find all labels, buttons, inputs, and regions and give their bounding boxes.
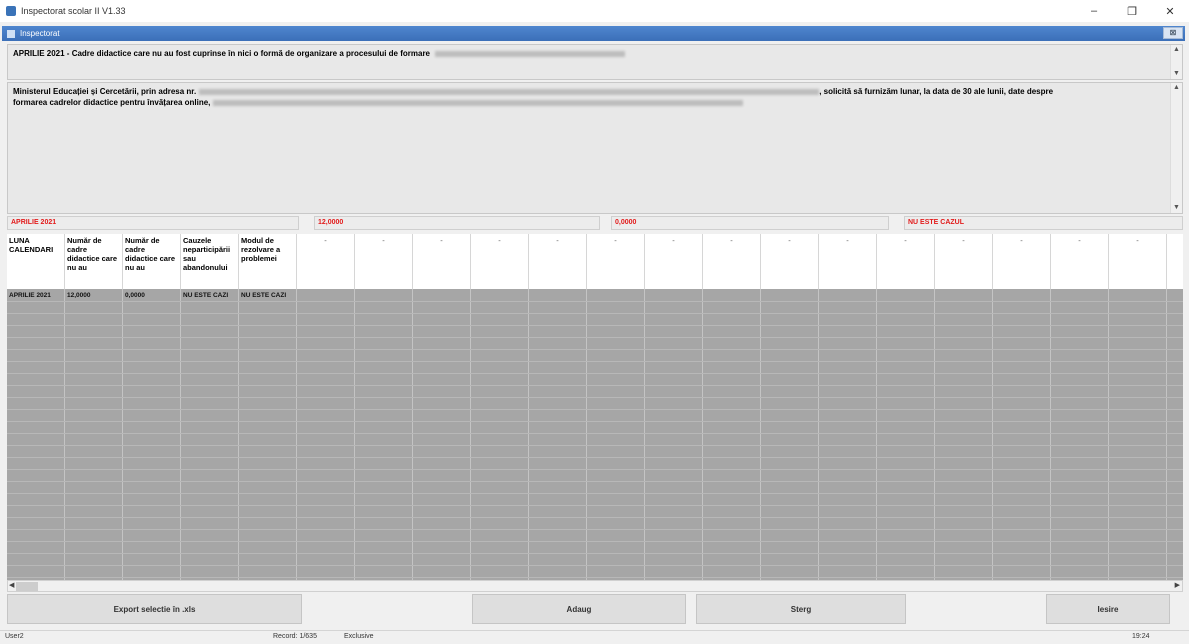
- add-button[interactable]: Adaug: [472, 594, 686, 624]
- column-header[interactable]: -: [1051, 234, 1109, 289]
- status-user: User2: [5, 633, 24, 640]
- summary-status: NU ESTE CAZUL: [904, 216, 1183, 230]
- question-text: APRILIE 2021 - Cadre didactice care nu a…: [13, 49, 431, 58]
- table-row[interactable]: [7, 398, 1183, 410]
- table-row[interactable]: [7, 302, 1183, 314]
- table-row[interactable]: [7, 386, 1183, 398]
- status-mode: Exclusive: [344, 633, 374, 640]
- column-header[interactable]: Număr de cadre didactice care nu au: [65, 234, 123, 289]
- description-text-start: Ministerul Educației și Cercetării, prin…: [13, 87, 197, 96]
- column-header[interactable]: Număr de cadre didactice care nu au: [123, 234, 181, 289]
- window-title: Inspectorat scolar II V1.33: [21, 6, 126, 16]
- summary-count-1: 12,0000: [314, 216, 600, 230]
- scroll-left-icon[interactable]: ◀: [9, 581, 14, 591]
- title-bar: Inspectorat scolar II V1.33 – ❐ ✕: [0, 0, 1189, 22]
- description-text-mid: , solicită să furnizăm lunar, la data de…: [819, 87, 1054, 96]
- question-scrollbar[interactable]: ▲ ▼: [1170, 45, 1182, 79]
- column-header[interactable]: -: [529, 234, 587, 289]
- table-row[interactable]: [7, 482, 1183, 494]
- blurred-text: [435, 50, 626, 57]
- application-window: Inspectorat scolar II V1.33 – ❐ ✕ Inspec…: [0, 0, 1189, 644]
- window-controls: – ❐ ✕: [1075, 0, 1189, 22]
- table-row[interactable]: [7, 494, 1183, 506]
- table-row[interactable]: [7, 518, 1183, 530]
- status-record: Record: 1/635: [273, 633, 317, 640]
- status-bar: User2 Record: 1/635 Exclusive 19:24: [0, 630, 1189, 644]
- delete-button[interactable]: Sterg: [696, 594, 906, 624]
- column-header[interactable]: -: [877, 234, 935, 289]
- table-cell[interactable]: 12,0000: [65, 290, 123, 302]
- column-header[interactable]: -: [413, 234, 471, 289]
- column-header[interactable]: -: [1109, 234, 1167, 289]
- scroll-down-icon[interactable]: ▼: [1171, 69, 1182, 79]
- blurred-text: [199, 88, 820, 95]
- column-header[interactable]: -: [297, 234, 355, 289]
- table-cell[interactable]: APRILIE 2021: [7, 290, 65, 302]
- minimize-button[interactable]: –: [1075, 0, 1113, 22]
- close-button[interactable]: ✕: [1151, 0, 1189, 22]
- table-row[interactable]: APRILIE 2021 12,0000 0,0000 NU ESTE CAZI NU …: [7, 290, 1183, 302]
- table-row[interactable]: [7, 338, 1183, 350]
- column-header[interactable]: -: [993, 234, 1051, 289]
- form-title: Inspectorat: [20, 29, 60, 38]
- table-row[interactable]: [7, 422, 1183, 434]
- table-row[interactable]: [7, 374, 1183, 386]
- column-header[interactable]: -: [355, 234, 413, 289]
- scroll-down-icon[interactable]: ▼: [1171, 203, 1182, 213]
- column-header[interactable]: Modul de rezolvare a problemei: [239, 234, 297, 289]
- export-xls-button[interactable]: Export selectie în .xls: [7, 594, 302, 624]
- column-header[interactable]: -: [935, 234, 993, 289]
- column-header[interactable]: -: [761, 234, 819, 289]
- summary-month: APRILIE 2021: [7, 216, 299, 230]
- table-row[interactable]: [7, 362, 1183, 374]
- status-time: 19:24: [1132, 633, 1150, 640]
- scroll-up-icon[interactable]: ▲: [1171, 83, 1182, 93]
- table-row[interactable]: [7, 410, 1183, 422]
- description-box[interactable]: Ministerul Educației și Cercetării, prin…: [7, 82, 1183, 214]
- scroll-up-icon[interactable]: ▲: [1171, 45, 1182, 55]
- form-icon: [7, 29, 15, 38]
- data-grid[interactable]: LUNA CALENDARI Număr de cadre didactice c…: [7, 234, 1183, 580]
- exit-button[interactable]: Iesire: [1046, 594, 1170, 624]
- grid-horizontal-scrollbar[interactable]: ◀ ▶: [7, 580, 1183, 592]
- column-header[interactable]: -: [645, 234, 703, 289]
- form-close-button[interactable]: ⊠: [1163, 27, 1183, 39]
- column-header[interactable]: -: [471, 234, 529, 289]
- table-row[interactable]: [7, 554, 1183, 566]
- description-scrollbar[interactable]: ▲ ▼: [1170, 83, 1182, 213]
- table-row[interactable]: [7, 530, 1183, 542]
- table-row[interactable]: [7, 314, 1183, 326]
- app-icon: [6, 6, 16, 16]
- table-row[interactable]: [7, 350, 1183, 362]
- column-header[interactable]: -: [703, 234, 761, 289]
- column-header[interactable]: -: [819, 234, 877, 289]
- table-row[interactable]: [7, 326, 1183, 338]
- table-row[interactable]: [7, 566, 1183, 578]
- table-cell[interactable]: 0,0000: [123, 290, 181, 302]
- table-row[interactable]: [7, 458, 1183, 470]
- table-cell[interactable]: NU ESTE CAZI: [239, 290, 297, 302]
- maximize-button[interactable]: ❐: [1113, 0, 1151, 22]
- column-header[interactable]: Cauzele neparticipării sau abandonului: [181, 234, 239, 289]
- table-row[interactable]: [7, 446, 1183, 458]
- question-box[interactable]: APRILIE 2021 - Cadre didactice care nu a…: [7, 44, 1183, 80]
- table-row[interactable]: [7, 506, 1183, 518]
- description-text-line2: formarea cadrelor didactice pentru învăț…: [13, 98, 211, 107]
- table-row[interactable]: [7, 434, 1183, 446]
- table-row[interactable]: [7, 470, 1183, 482]
- column-header[interactable]: LUNA CALENDARI: [7, 234, 65, 289]
- table-cell[interactable]: NU ESTE CAZI: [181, 290, 239, 302]
- form-title-bar: Inspectorat ⊠: [2, 26, 1185, 41]
- table-row[interactable]: [7, 542, 1183, 554]
- column-header[interactable]: -: [587, 234, 645, 289]
- scroll-right-icon[interactable]: ▶: [1175, 581, 1180, 591]
- scroll-thumb[interactable]: [16, 582, 38, 591]
- summary-count-2: 0,0000: [611, 216, 889, 230]
- blurred-text: [213, 99, 744, 106]
